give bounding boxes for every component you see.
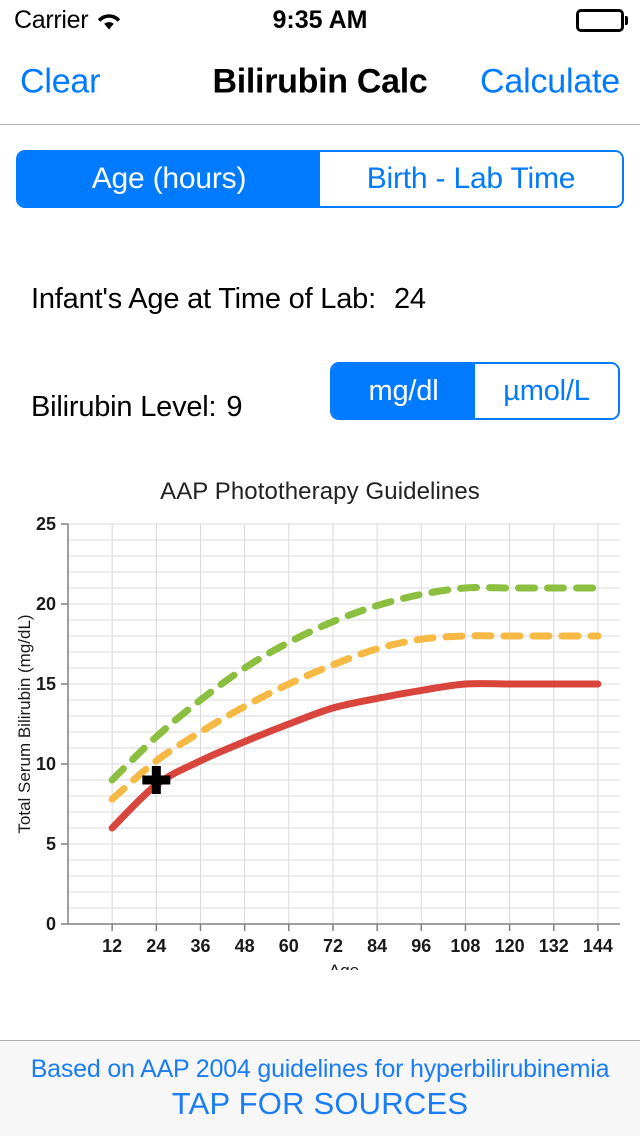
footer-guidelines-text: Based on AAP 2004 guidelines for hyperbi… xyxy=(31,1055,610,1084)
status-bar: Carrier 9:35 AM xyxy=(0,0,640,40)
svg-text:0: 0 xyxy=(46,914,56,934)
battery-full-icon xyxy=(576,9,624,32)
app-root: Carrier 9:35 AM Clear Bilirubin Calc Cal… xyxy=(0,0,640,1136)
chart-plot-svg[interactable]: 0 5 10 15 20 25 12 24 36 48 60 72 84 96 108 120 132 144 Ag… xyxy=(0,470,640,970)
units-segmented-control[interactable]: mg/dl µmol/L xyxy=(330,362,620,420)
svg-text:72: 72 xyxy=(323,936,343,956)
calculate-button[interactable]: Calculate xyxy=(478,59,622,106)
chart-y-axis-ticks: 0 5 10 15 20 25 xyxy=(36,514,68,934)
navigation-bar: Clear Bilirubin Calc Calculate xyxy=(0,40,640,125)
svg-text:96: 96 xyxy=(411,936,431,956)
svg-text:36: 36 xyxy=(190,936,210,956)
segment-umol[interactable]: µmol/L xyxy=(475,364,618,418)
svg-text:84: 84 xyxy=(367,936,387,956)
bilirubin-level-label: Bilirubin Level: xyxy=(31,391,216,423)
chart-axes xyxy=(68,524,620,924)
chart-series-high-risk xyxy=(112,684,598,828)
chart-x-axis-label: Age xyxy=(329,961,359,970)
svg-text:25: 25 xyxy=(36,514,56,534)
svg-text:20: 20 xyxy=(36,594,56,614)
svg-text:15: 15 xyxy=(36,674,56,694)
sources-footer[interactable]: Based on AAP 2004 guidelines for hyperbi… xyxy=(0,1040,640,1136)
infant-age-row: Infant's Age at Time of Lab: 24 xyxy=(31,283,426,316)
status-bar-right xyxy=(576,9,629,32)
bilirubin-level-row: Bilirubin Level: 9 xyxy=(31,391,242,424)
svg-text:10: 10 xyxy=(36,754,56,774)
battery-cap-icon xyxy=(625,16,628,25)
svg-text:24: 24 xyxy=(146,936,166,956)
svg-text:48: 48 xyxy=(235,936,255,956)
svg-text:5: 5 xyxy=(46,834,56,854)
input-mode-segmented-control[interactable]: Age (hours) Birth - Lab Time xyxy=(16,150,624,208)
chart-series-medium-risk xyxy=(112,636,598,799)
svg-text:120: 120 xyxy=(495,936,525,956)
infant-age-label: Infant's Age at Time of Lab: xyxy=(31,283,376,315)
chart-gridlines xyxy=(68,524,620,924)
phototherapy-chart[interactable]: AAP Phototherapy Guidelines 051015202512… xyxy=(0,470,640,1015)
segment-age-hours[interactable]: Age (hours) xyxy=(18,152,320,206)
infant-age-value[interactable]: 24 xyxy=(394,283,426,315)
svg-text:108: 108 xyxy=(450,936,480,956)
bilirubin-level-value[interactable]: 9 xyxy=(226,391,242,423)
chart-x-axis-ticks: 12 24 36 48 60 72 84 96 108 120 132 144 xyxy=(102,924,613,956)
svg-text:60: 60 xyxy=(279,936,299,956)
svg-text:12: 12 xyxy=(102,936,122,956)
status-bar-clock: 9:35 AM xyxy=(0,6,640,35)
svg-text:132: 132 xyxy=(539,936,569,956)
svg-text:144: 144 xyxy=(583,936,613,956)
tap-for-sources-label[interactable]: TAP FOR SOURCES xyxy=(172,1086,468,1122)
segment-birth-lab-time[interactable]: Birth - Lab Time xyxy=(320,152,622,206)
chart-y-axis-label: Total Serum Bilirubin (mg/dL) xyxy=(15,614,34,833)
segment-mgdl[interactable]: mg/dl xyxy=(332,364,475,418)
